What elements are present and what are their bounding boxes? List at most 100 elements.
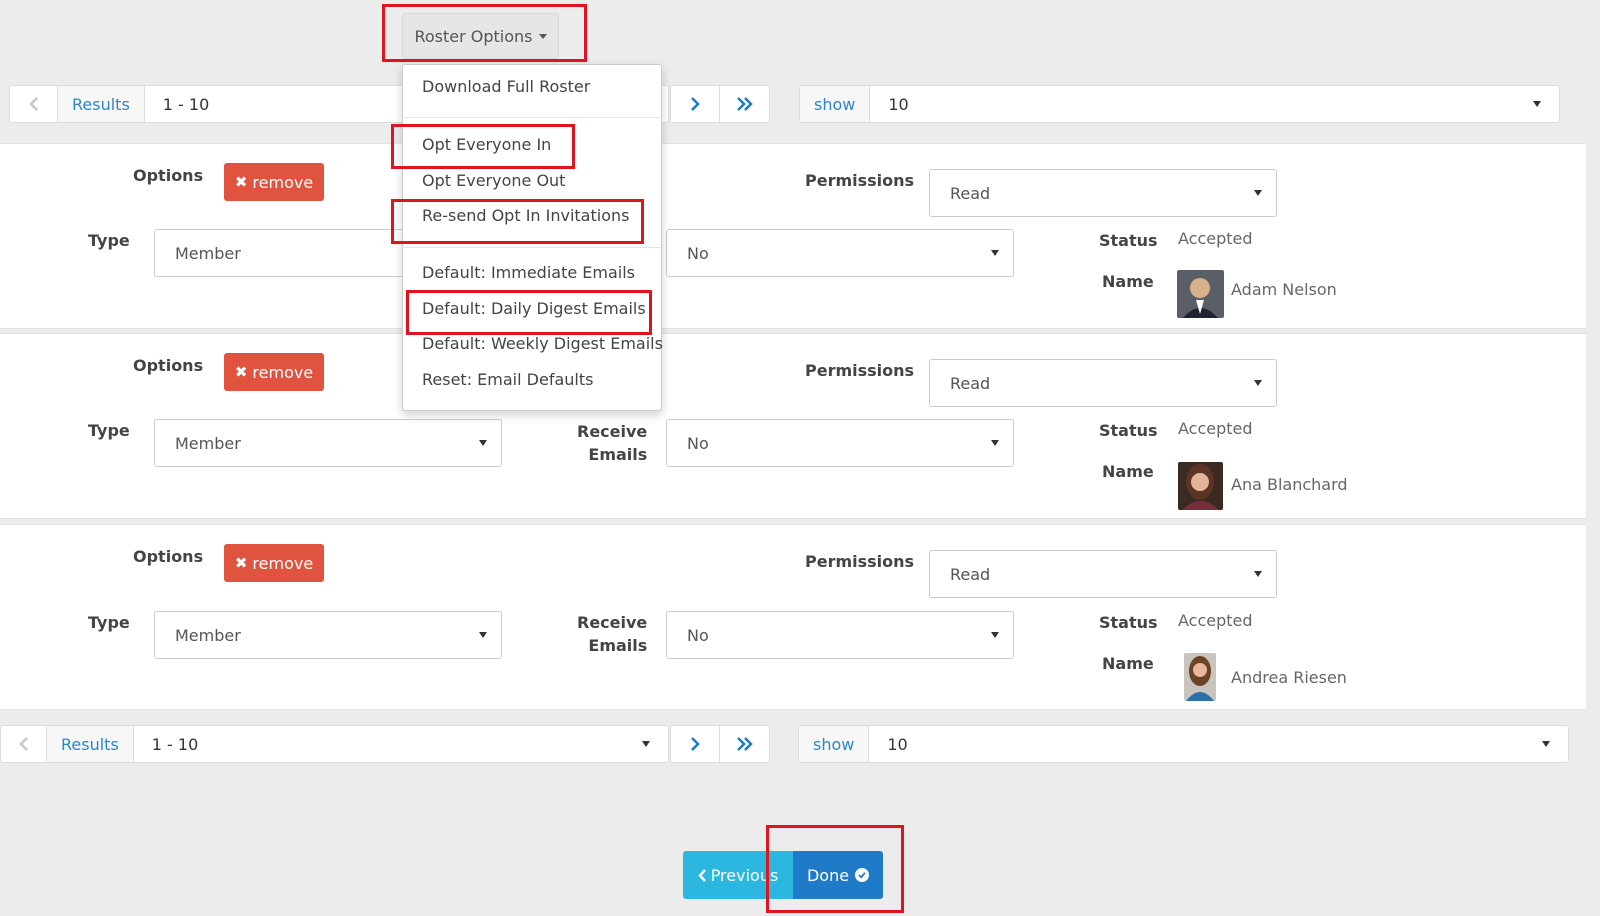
receive-emails-select[interactable]: No	[666, 611, 1014, 659]
chevron-down-icon	[1254, 571, 1262, 577]
roster-options-menu: Download Full Roster Opt Everyone In Opt…	[402, 64, 663, 411]
prev-page-button[interactable]	[1, 726, 47, 762]
close-icon: ✖	[234, 363, 248, 381]
menu-item-default-weekly-digest[interactable]: Default: Weekly Digest Emails	[422, 334, 663, 353]
previous-label: Previous	[710, 865, 779, 885]
chevron-down-icon	[1533, 101, 1541, 107]
double-chevron-right-icon	[736, 97, 753, 111]
results-range-select[interactable]: 1 - 10	[134, 726, 668, 762]
previous-button[interactable]: Previous	[683, 851, 793, 899]
receive-emails-value: No	[687, 433, 709, 453]
menu-item-default-daily-digest[interactable]: Default: Daily Digest Emails	[422, 299, 646, 318]
menu-item-download-full-roster[interactable]: Download Full Roster	[422, 77, 590, 96]
member-row: Options ✖ remove Type Member No Permissi…	[0, 143, 1586, 329]
chevron-down-icon	[991, 250, 999, 256]
permissions-select[interactable]: Read	[929, 169, 1277, 217]
pagination-bottom: Results 1 - 10	[0, 725, 669, 763]
status-value: Accepted	[1178, 419, 1253, 438]
type-label: Type	[88, 613, 130, 632]
page-size-top: show 10	[799, 85, 1560, 123]
remove-label: remove	[252, 362, 314, 382]
roster-options-label: Roster Options	[414, 26, 533, 46]
type-label: Type	[88, 421, 130, 440]
remove-button[interactable]: ✖ remove	[224, 544, 324, 582]
receive-label-line2: Emails	[588, 445, 648, 464]
status-label: Status	[1099, 421, 1158, 440]
avatar	[1177, 270, 1224, 318]
pagination-bottom-nav	[670, 725, 770, 763]
receive-emails-value: No	[687, 243, 709, 263]
status-label: Status	[1099, 231, 1158, 250]
receive-emails-label: Receive Emails	[577, 611, 647, 657]
menu-item-reset-email-defaults[interactable]: Reset: Email Defaults	[422, 370, 593, 389]
status-value: Accepted	[1178, 229, 1253, 248]
type-label: Type	[88, 231, 130, 250]
type-select[interactable]: Member	[154, 419, 502, 467]
results-label: Results	[58, 86, 145, 122]
member-row: Options ✖ remove Type Member Receive Ema…	[0, 524, 1586, 710]
chevron-down-icon	[1542, 741, 1550, 747]
menu-item-opt-everyone-out[interactable]: Opt Everyone Out	[422, 171, 565, 190]
chevron-down-icon	[1254, 380, 1262, 386]
roster-options-button[interactable]: Roster Options	[402, 13, 559, 59]
next-page-button[interactable]	[671, 86, 721, 122]
chevron-left-icon	[697, 868, 706, 882]
show-label: show	[799, 726, 870, 762]
menu-item-resend-opt-in[interactable]: Re-send Opt In Invitations	[422, 206, 629, 225]
caret-down-icon	[538, 33, 547, 39]
check-circle-icon	[855, 868, 870, 882]
show-label: show	[800, 86, 871, 122]
chevron-down-icon	[991, 440, 999, 446]
receive-emails-select[interactable]: No	[666, 229, 1014, 277]
close-icon: ✖	[234, 173, 248, 191]
permissions-label: Permissions	[805, 552, 915, 571]
next-page-button[interactable]	[671, 726, 721, 762]
done-button[interactable]: Done	[793, 851, 883, 899]
permissions-select[interactable]: Read	[929, 550, 1277, 598]
results-range-value: 1 - 10	[151, 734, 199, 754]
remove-label: remove	[252, 553, 314, 573]
remove-button[interactable]: ✖ remove	[224, 353, 324, 391]
double-chevron-right-icon	[736, 737, 753, 751]
chevron-down-icon	[991, 632, 999, 638]
type-select[interactable]: Member	[154, 611, 502, 659]
name-label: Name	[1102, 462, 1154, 481]
member-row: Options ✖ remove Type Member Receive Ema…	[0, 333, 1586, 519]
permissions-label: Permissions	[805, 361, 915, 380]
receive-label-line2: Emails	[588, 636, 648, 655]
menu-item-default-immediate[interactable]: Default: Immediate Emails	[422, 263, 635, 282]
page-size-bottom: show 10	[798, 725, 1569, 763]
remove-button[interactable]: ✖ remove	[224, 163, 324, 201]
member-name: Adam Nelson	[1231, 280, 1337, 299]
receive-emails-label: Receive Emails	[577, 420, 647, 466]
receive-emails-select[interactable]: No	[666, 419, 1014, 467]
status-value: Accepted	[1178, 611, 1253, 630]
type-value: Member	[175, 433, 241, 453]
last-page-button[interactable]	[720, 726, 769, 762]
receive-label-line1: Receive	[577, 613, 648, 632]
page-size-select[interactable]: 10	[870, 86, 1559, 122]
chevron-down-icon	[479, 440, 487, 446]
close-icon: ✖	[234, 554, 248, 572]
remove-label: remove	[252, 172, 314, 192]
page-size-select[interactable]: 10	[869, 726, 1568, 762]
avatar	[1184, 653, 1216, 701]
name-label: Name	[1102, 654, 1154, 673]
menu-divider	[403, 247, 661, 248]
permissions-select[interactable]: Read	[929, 359, 1277, 407]
receive-label-line1: Receive	[577, 422, 648, 441]
wizard-nav: Previous Done	[683, 851, 883, 899]
last-page-button[interactable]	[720, 86, 769, 122]
options-label: Options	[133, 356, 204, 375]
page-size-value: 10	[888, 94, 909, 114]
chevron-right-icon	[691, 737, 700, 751]
receive-emails-value: No	[687, 625, 709, 645]
member-name: Andrea Riesen	[1231, 668, 1347, 687]
menu-item-opt-everyone-in[interactable]: Opt Everyone In	[422, 135, 551, 154]
options-label: Options	[133, 166, 204, 185]
prev-page-button[interactable]	[10, 86, 58, 122]
type-value: Member	[175, 625, 241, 645]
chevron-down-icon	[1254, 190, 1262, 196]
chevron-left-icon	[18, 737, 28, 751]
permissions-value: Read	[950, 564, 991, 584]
